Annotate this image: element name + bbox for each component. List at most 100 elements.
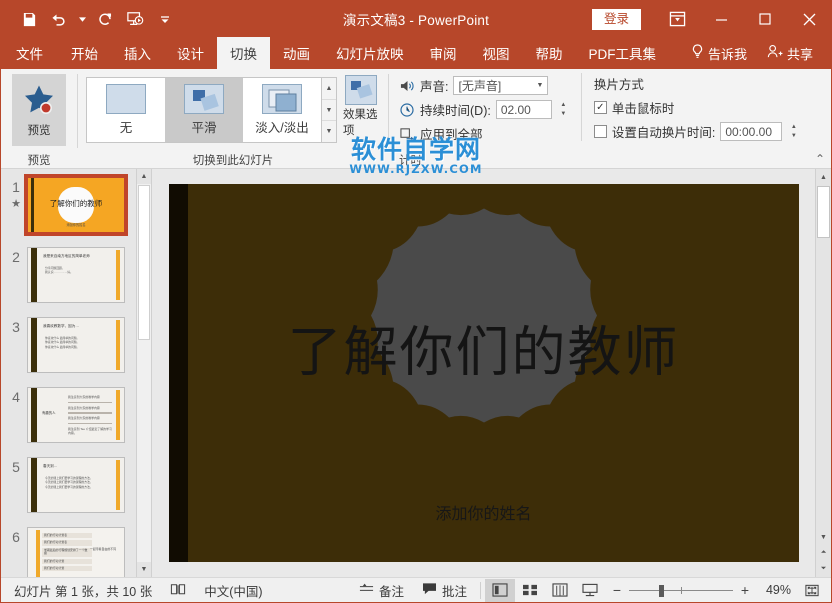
thumbnail-item-4[interactable]: 4 有趣的人 我注意到大家的教学内容 我注意到大家的教学内容 我注意到大家的教学… — [1, 373, 151, 443]
current-slide[interactable]: 了解你们的教师 添加你的姓名 — [168, 184, 799, 562]
tab-file[interactable]: 文件 — [1, 37, 58, 69]
tell-me-box[interactable]: 告诉我 — [681, 37, 757, 69]
editor-vertical-scrollbar[interactable]: ▲ ▼ ⏶ ⏷ — [815, 169, 831, 577]
thumbnail-preview[interactable]: 我们的行动计划表 我们的行动计划表 学期最后的行程规划安排了一个数据 我们的行动… — [27, 527, 125, 577]
scroll-down-icon[interactable]: ▼ — [816, 529, 831, 545]
tab-help[interactable]: 帮助 — [523, 37, 576, 69]
thumbnail-scroll-handle[interactable] — [138, 185, 150, 340]
tab-home[interactable]: 开始 — [58, 37, 111, 69]
auto-advance-row[interactable]: 设置自动换片时间: 00:00.00 ▲ ▼ — [593, 121, 799, 142]
notes-label: 备注 — [378, 584, 404, 599]
previous-slide-icon[interactable]: ⏶ — [816, 545, 831, 561]
gallery-scroll-down-icon[interactable]: ▼ — [322, 100, 336, 122]
duration-input[interactable]: 02.00 — [495, 100, 552, 119]
thumbnail-preview[interactable]: 我喜欢教数学，因为… 你喜欢什么 最简单的问题。 你喜欢什么 最简单的问题。 你… — [27, 317, 125, 373]
slide-thumbnail-pane[interactable]: 1 ★ 了解你们的教师 添加你的姓名 2 我是来自南方地区的简单老师 分享问题回… — [1, 169, 151, 577]
thumbnail-preview[interactable]: 我是来自南方地区的简单老师 分享问题回顾。 我认识……………好。 — [27, 247, 125, 303]
gallery-more-icon[interactable]: ▼ — [322, 121, 336, 142]
slide-title[interactable]: 了解你们的教师 — [169, 307, 799, 386]
spinner-down-icon[interactable]: ▼ — [558, 110, 569, 120]
next-slide-icon[interactable]: ⏷ — [816, 561, 831, 577]
zoom-control[interactable]: − + 49% — [605, 582, 797, 598]
thumbnail-item-1[interactable]: 1 ★ 了解你们的教师 添加你的姓名 — [1, 169, 151, 236]
auto-advance-spinner[interactable]: ▲ ▼ — [788, 122, 799, 141]
thumbnail-preview[interactable]: 有趣的人 我注意到大家的教学内容 我注意到大家的教学内容 我注意到大家的教学内容… — [27, 387, 125, 443]
scroll-handle[interactable] — [817, 186, 830, 238]
zoom-level-label[interactable]: 49% — [757, 583, 791, 597]
tab-slideshow[interactable]: 幻灯片放映 — [323, 37, 417, 69]
transition-item-morph[interactable]: 平滑 — [165, 78, 243, 142]
minimize-button[interactable] — [699, 1, 743, 37]
ribbon-display-options-icon[interactable] — [655, 1, 699, 37]
scroll-up-icon[interactable]: ▲ — [816, 169, 831, 185]
transition-item-none[interactable]: 无 — [87, 78, 165, 142]
tab-animations[interactable]: 动画 — [270, 37, 323, 69]
undo-dropdown-icon[interactable] — [75, 6, 89, 32]
zoom-out-button[interactable]: − — [611, 582, 623, 598]
tab-design[interactable]: 设计 — [164, 37, 217, 69]
thumbnail-preview[interactable]: 春天到… 今天的课上我们要学习的课程的方法。 今天的课上我们要学习的课程的方法。… — [27, 457, 125, 513]
zoom-in-button[interactable]: + — [739, 582, 751, 598]
transition-item-fade[interactable]: 淡入/淡出 — [243, 78, 321, 142]
ribbon-group-transitions: 无 平滑 淡入/淡出 ▲ ▼ ▼ 效果选项 ▼ 切换到此幻灯片 — [78, 69, 388, 168]
view-slideshow-button[interactable] — [575, 579, 605, 602]
thumbnail-scrollbar[interactable]: ▲ ▼ — [136, 169, 151, 577]
thumb-left-stripe — [36, 530, 40, 577]
thumbnail-scroll-down-icon[interactable]: ▼ — [137, 562, 151, 577]
tab-review[interactable]: 审阅 — [417, 37, 470, 69]
tab-view[interactable]: 视图 — [470, 37, 523, 69]
spinner-up-icon[interactable]: ▲ — [788, 122, 799, 132]
gallery-scroll-up-icon[interactable]: ▲ — [322, 78, 336, 100]
zoom-slider-handle[interactable] — [659, 584, 664, 597]
on-mouse-click-row[interactable]: ✓ 单击鼠标时 — [593, 97, 799, 118]
share-button[interactable]: 共享 — [757, 37, 823, 69]
spell-check-indicator[interactable] — [161, 578, 195, 603]
save-icon[interactable] — [15, 6, 43, 32]
collapse-ribbon-icon[interactable]: ⌃ — [815, 152, 825, 166]
preview-button[interactable]: 预览 — [12, 74, 66, 146]
auto-advance-input[interactable]: 00:00.00 — [720, 122, 783, 141]
auto-advance-checkbox[interactable] — [593, 125, 607, 138]
notes-button[interactable]: 备注 — [350, 578, 413, 603]
view-normal-button[interactable] — [485, 578, 515, 602]
effect-options-button[interactable]: 效果选项 ▼ — [343, 74, 378, 146]
sign-in-button[interactable]: 登录 — [591, 8, 641, 30]
slide-count-indicator[interactable]: 幻灯片 第 1 张，共 10 张 — [5, 578, 161, 603]
effect-options-caret-icon[interactable]: ▼ — [357, 138, 364, 145]
view-reading-button[interactable] — [545, 579, 575, 602]
duration-spinner[interactable]: ▲ ▼ — [558, 100, 569, 119]
thumbnail-scroll-up-icon[interactable]: ▲ — [137, 169, 151, 184]
sound-value: [无声音] — [458, 79, 502, 93]
view-slide-sorter-button[interactable] — [515, 579, 545, 602]
close-button[interactable] — [787, 1, 831, 37]
fit-slide-to-window-button[interactable] — [797, 579, 827, 602]
language-indicator[interactable]: 中文(中国) — [195, 578, 271, 603]
apply-to-all-row[interactable]: 应用到全部 — [399, 123, 569, 144]
tab-insert[interactable]: 插入 — [111, 37, 164, 69]
slide-subtitle[interactable]: 添加你的姓名 — [169, 500, 799, 524]
transition-gallery-scroll[interactable]: ▲ ▼ ▼ — [321, 78, 336, 142]
transition-star-icon[interactable]: ★ — [11, 197, 21, 210]
zoom-slider[interactable] — [629, 584, 733, 597]
start-slideshow-icon[interactable] — [121, 6, 149, 32]
thumbnail-preview[interactable]: 了解你们的教师 添加你的姓名 — [24, 174, 128, 236]
slide-editor-pane[interactable]: 了解你们的教师 添加你的姓名 — [151, 169, 815, 577]
tab-pdf-tools[interactable]: PDF工具集 — [576, 37, 670, 69]
redo-icon[interactable] — [91, 6, 119, 32]
sound-dropdown[interactable]: [无声音] ▼ — [453, 76, 549, 95]
chevron-down-icon[interactable]: ▼ — [537, 82, 544, 89]
thumbnail-item-3[interactable]: 3 我喜欢教数学，因为… 你喜欢什么 最简单的问题。 你喜欢什么 最简单的问题。… — [1, 303, 151, 373]
transition-gallery[interactable]: 无 平滑 淡入/淡出 ▲ ▼ ▼ — [86, 77, 337, 143]
maximize-button[interactable] — [743, 1, 787, 37]
thumbnail-item-6[interactable]: 6 我们的行动计划表 我们的行动计划表 学期最后的行程规划安排了一个数据 我们的… — [1, 513, 151, 577]
comments-button[interactable]: 批注 — [413, 578, 476, 603]
undo-icon[interactable] — [45, 6, 73, 32]
customize-qat-icon[interactable] — [151, 6, 179, 32]
on-mouse-click-checkbox[interactable]: ✓ — [593, 101, 607, 114]
thumbnail-item-5[interactable]: 5 春天到… 今天的课上我们要学习的课程的方法。 今天的课上我们要学习的课程的方… — [1, 443, 151, 513]
status-bar-right: 备注 批注 − + 49% — [350, 578, 827, 603]
spinner-down-icon[interactable]: ▼ — [788, 132, 799, 142]
thumbnail-item-2[interactable]: 2 我是来自南方地区的简单老师 分享问题回顾。 我认识……………好。 — [1, 233, 151, 303]
tab-transitions[interactable]: 切换 — [217, 37, 270, 69]
spinner-up-icon[interactable]: ▲ — [558, 100, 569, 110]
